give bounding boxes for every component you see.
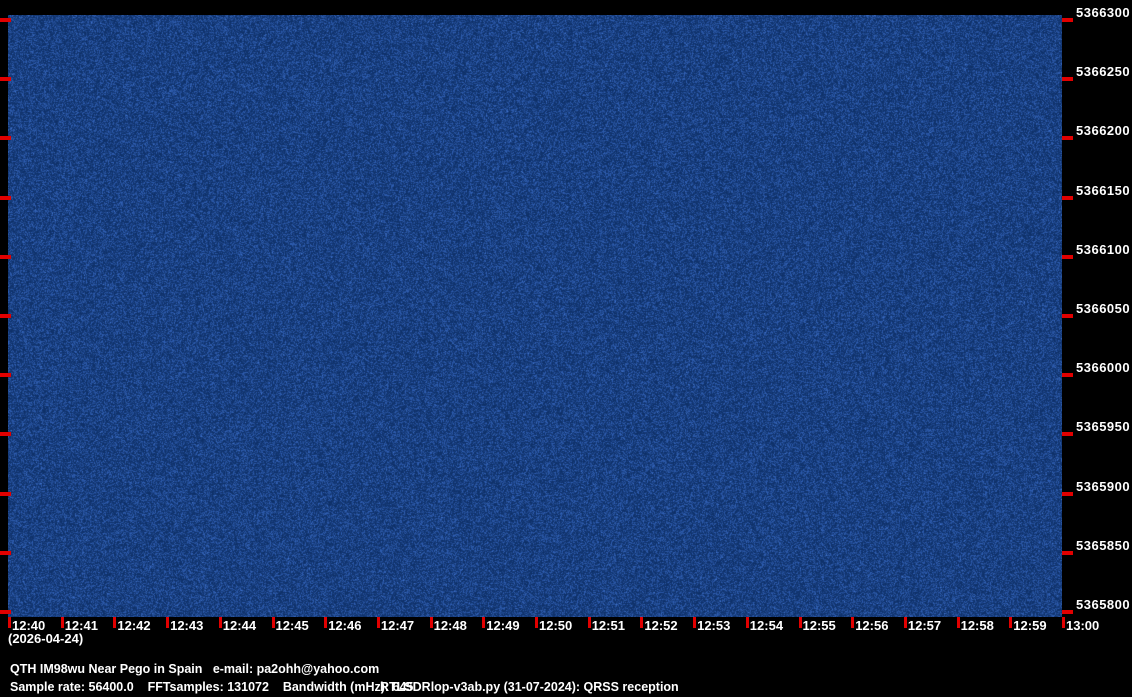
time-tick-label: 12:43 <box>170 618 203 633</box>
time-tick <box>904 617 907 628</box>
time-tick-label: 12:53 <box>697 618 730 633</box>
freq-tick-label: 5366000 <box>1076 360 1130 376</box>
time-tick-label: 12:44 <box>223 618 256 633</box>
receiver-settings-line: Sample rate: 56400.0 FFTsamples: 131072 … <box>10 680 413 694</box>
time-tick <box>8 617 11 628</box>
freq-tick-left <box>0 77 11 81</box>
time-tick <box>324 617 327 628</box>
freq-tick-right <box>1062 551 1073 555</box>
date-annotation: (2026-04-24) <box>8 631 83 646</box>
time-tick <box>851 617 854 628</box>
time-tick <box>377 617 380 628</box>
freq-tick-label: 5365850 <box>1076 538 1130 554</box>
freq-tick-right <box>1062 314 1073 318</box>
time-tick <box>746 617 749 628</box>
time-tick-label: 12:57 <box>908 618 941 633</box>
time-tick-label: 12:55 <box>803 618 836 633</box>
time-tick <box>166 617 169 628</box>
freq-tick-label: 5366150 <box>1076 183 1130 199</box>
freq-tick-right <box>1062 136 1073 140</box>
freq-tick-right <box>1062 492 1073 496</box>
freq-tick-right <box>1062 77 1073 81</box>
freq-tick-label: 5365900 <box>1076 479 1130 495</box>
time-tick-label: 12:45 <box>276 618 309 633</box>
freq-tick-right <box>1062 373 1073 377</box>
time-tick <box>693 617 696 628</box>
freq-tick-label: 5365950 <box>1076 419 1130 435</box>
freq-tick-label: 5366300 <box>1076 5 1130 21</box>
freq-tick-label: 5366050 <box>1076 301 1130 317</box>
time-tick <box>113 617 116 628</box>
freq-tick-right <box>1062 610 1073 614</box>
time-tick <box>219 617 222 628</box>
time-tick-label: 12:51 <box>592 618 625 633</box>
freq-tick-left <box>0 314 11 318</box>
freq-tick-left <box>0 255 11 259</box>
time-tick <box>640 617 643 628</box>
time-tick-label: 12:52 <box>644 618 677 633</box>
app-version-line: RTLSDRlop-v3ab.py (31-07-2024): QRSS rec… <box>380 680 679 694</box>
freq-tick-left <box>0 18 11 22</box>
freq-tick-left <box>0 136 11 140</box>
freq-tick-right <box>1062 196 1073 200</box>
freq-tick-right <box>1062 18 1073 22</box>
time-tick <box>957 617 960 628</box>
time-tick <box>535 617 538 628</box>
freq-tick-left <box>0 196 11 200</box>
time-tick <box>588 617 591 628</box>
time-tick <box>1062 617 1065 628</box>
time-tick-label: 13:00 <box>1066 618 1099 633</box>
waterfall-spectrogram <box>8 15 1062 617</box>
time-tick-label: 12:54 <box>750 618 783 633</box>
qrss-grabber-screen: 5366300 5366250 5366200 5366150 5366100 53660… <box>0 0 1132 697</box>
time-tick-label: 12:58 <box>961 618 994 633</box>
time-tick <box>799 617 802 628</box>
time-tick <box>430 617 433 628</box>
time-tick-label: 12:46 <box>328 618 361 633</box>
time-tick <box>272 617 275 628</box>
time-tick-label: 12:48 <box>434 618 467 633</box>
freq-tick-right <box>1062 255 1073 259</box>
time-tick <box>61 617 64 628</box>
time-tick <box>1009 617 1012 628</box>
time-tick-label: 12:42 <box>117 618 150 633</box>
freq-tick-left <box>0 432 11 436</box>
time-tick-label: 12:47 <box>381 618 414 633</box>
time-tick-label: 12:49 <box>486 618 519 633</box>
time-tick-label: 12:56 <box>855 618 888 633</box>
time-tick-label: 12:50 <box>539 618 572 633</box>
freq-tick-left <box>0 551 11 555</box>
freq-tick-label: 5366100 <box>1076 242 1130 258</box>
freq-tick-left <box>0 492 11 496</box>
qth-contact-line: QTH IM98wu Near Pego in Spain e-mail: pa… <box>10 662 379 676</box>
freq-tick-left <box>0 373 11 377</box>
freq-tick-label: 5366250 <box>1076 64 1130 80</box>
freq-tick-left <box>0 610 11 614</box>
freq-tick-label: 5365800 <box>1076 597 1130 613</box>
freq-tick-right <box>1062 432 1073 436</box>
time-tick <box>482 617 485 628</box>
time-tick-label: 12:59 <box>1013 618 1046 633</box>
freq-tick-label: 5366200 <box>1076 123 1130 139</box>
